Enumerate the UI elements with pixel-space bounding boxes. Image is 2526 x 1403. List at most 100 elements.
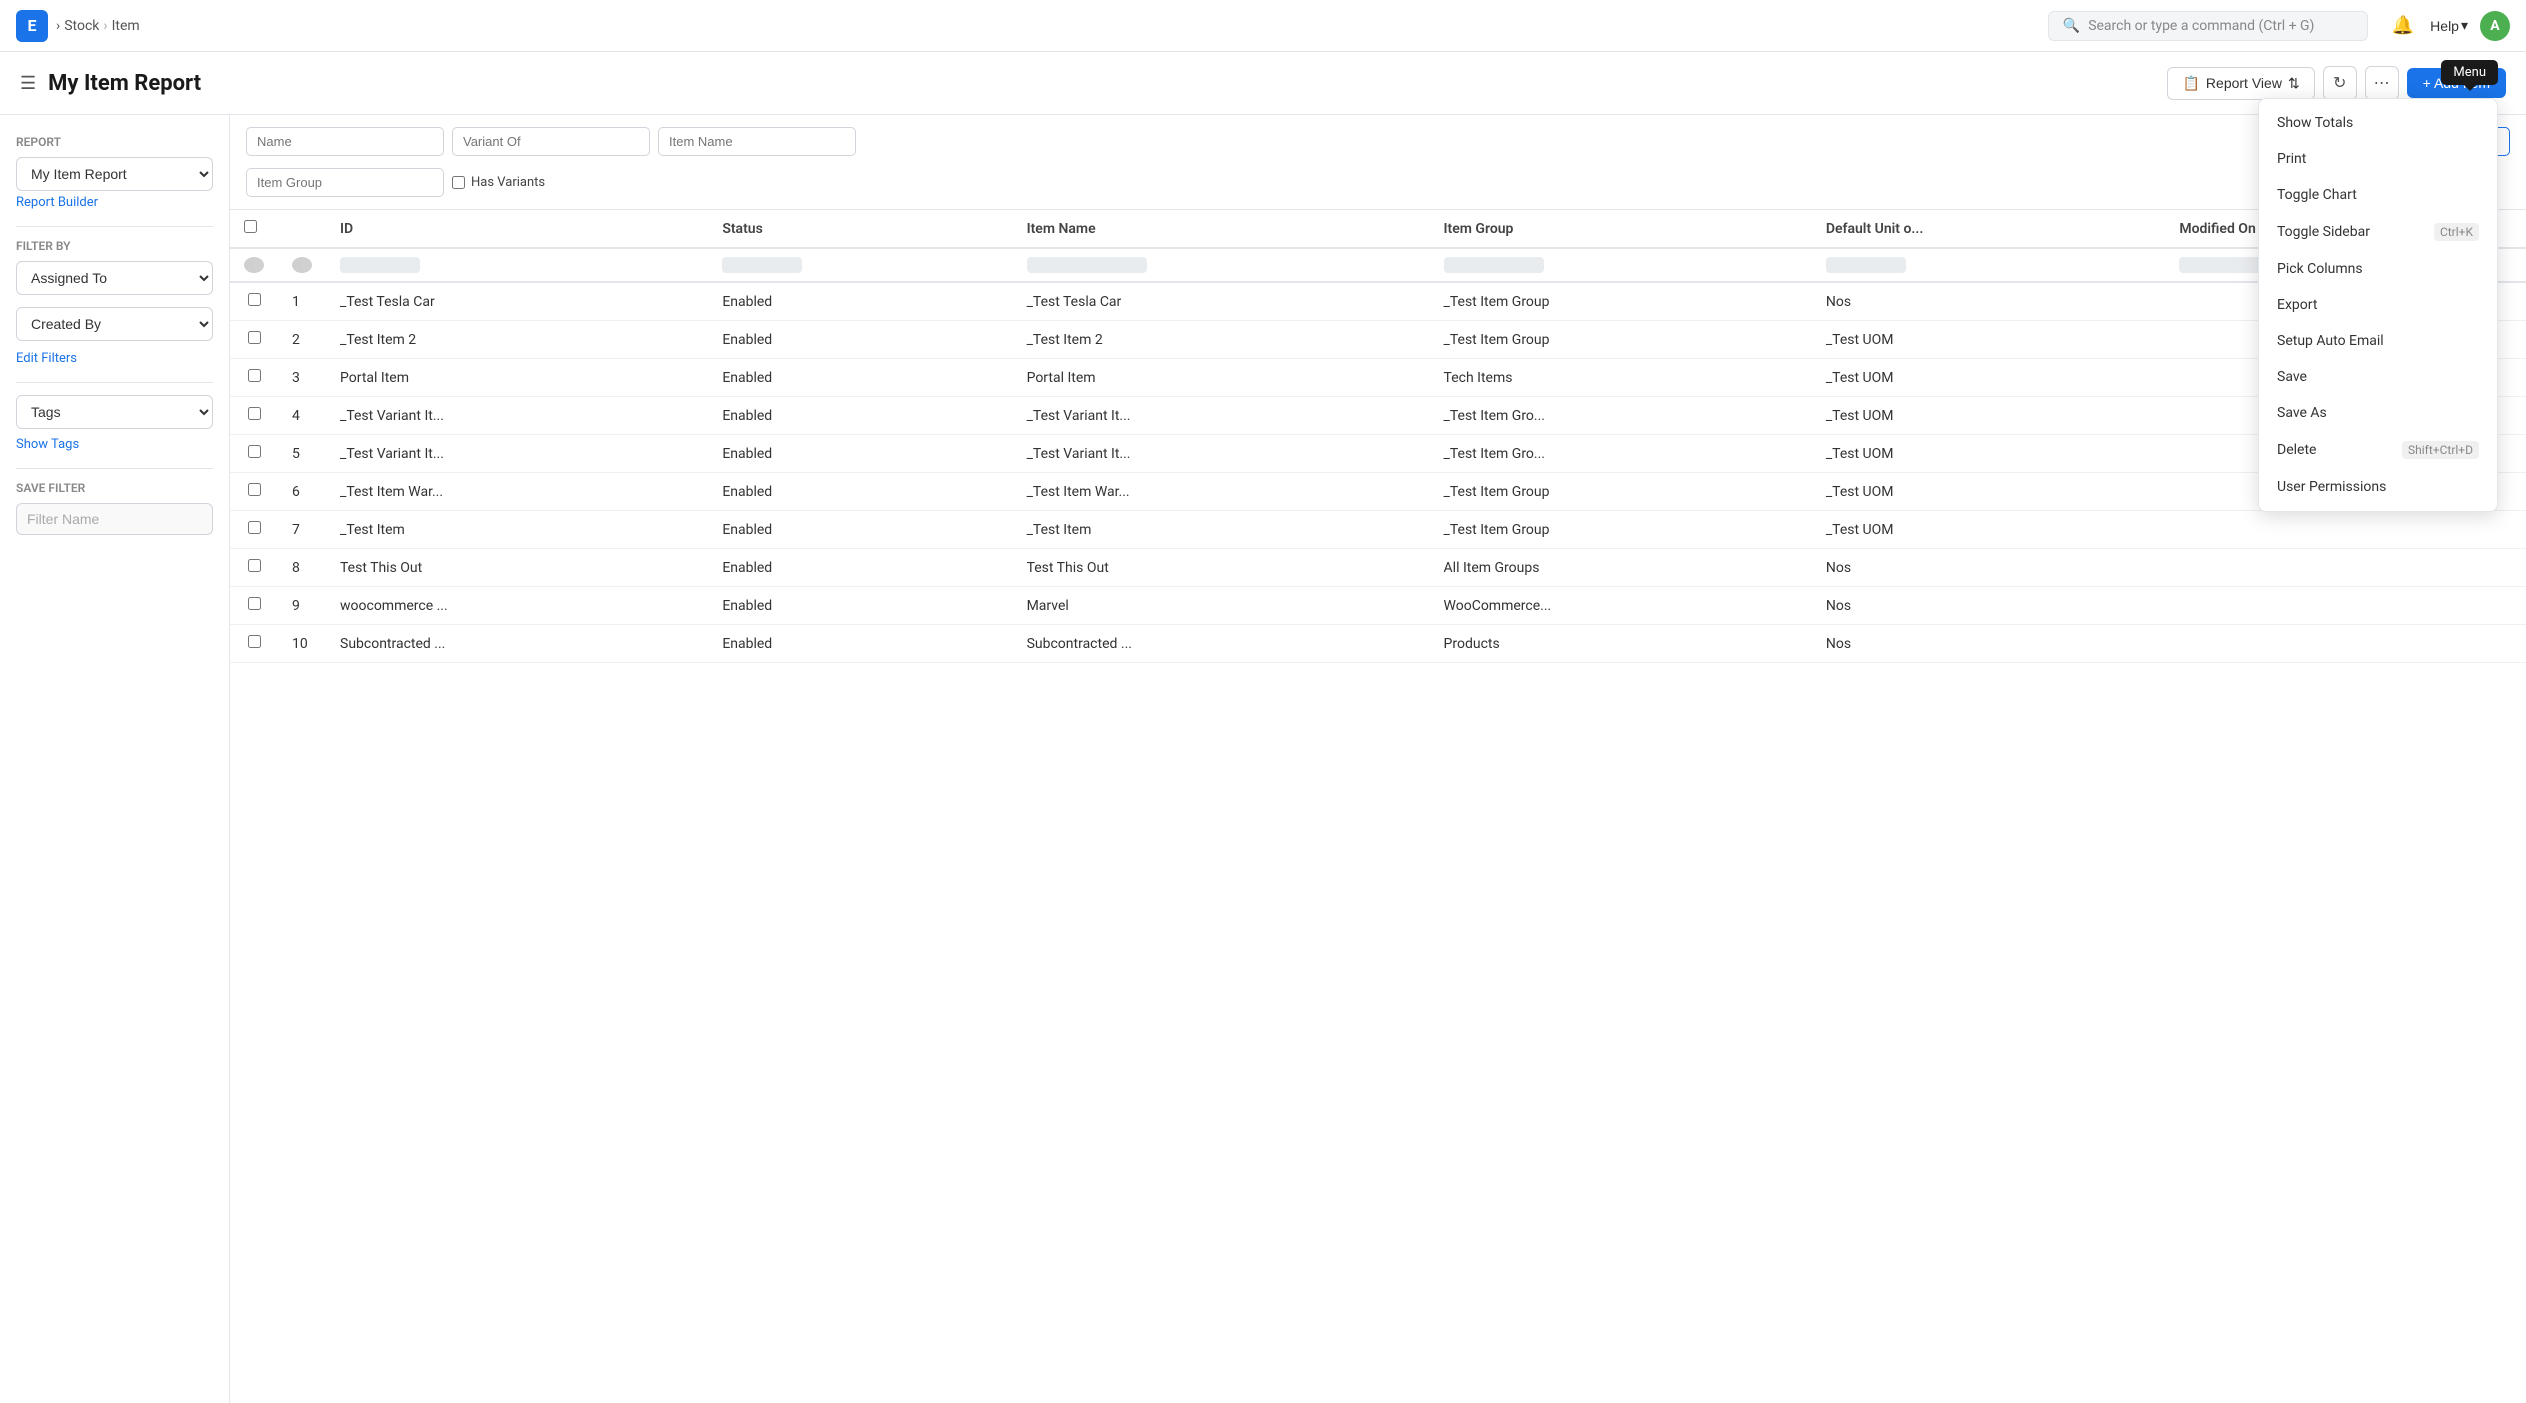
dropdown-menu-item[interactable]: Save [2259, 359, 2497, 395]
row-modified-on [2165, 587, 2526, 625]
sidebar-toggle-icon[interactable]: ☰ [20, 73, 36, 94]
row-number: 9 [278, 587, 326, 625]
th-id[interactable]: ID [326, 210, 708, 248]
row-id-value[interactable]: _Test Item [326, 511, 708, 549]
report-view-button[interactable]: 📋 Report View ⇅ [2167, 67, 2314, 100]
app-logo[interactable]: E [16, 10, 48, 42]
row-checkbox-cell[interactable] [230, 625, 278, 663]
select-all-header[interactable] [230, 210, 278, 248]
more-options-icon: ⋯ [2374, 73, 2390, 93]
th-status[interactable]: Status [708, 210, 1012, 248]
select-all-checkbox[interactable] [244, 220, 257, 233]
row-checkbox-cell[interactable] [230, 321, 278, 359]
row-status: Enabled [708, 321, 1012, 359]
row-checkbox[interactable] [248, 293, 261, 306]
row-id-value[interactable]: _Test Variant It... [326, 435, 708, 473]
dropdown-menu-item[interactable]: Save As [2259, 395, 2497, 431]
save-filter-label: Save Filter [16, 481, 213, 495]
page-title: My Item Report [48, 71, 201, 96]
row-id-value[interactable]: Portal Item [326, 359, 708, 397]
row-checkbox[interactable] [248, 445, 261, 458]
refresh-button[interactable]: ↻ [2323, 66, 2357, 100]
row-checkbox[interactable] [248, 559, 261, 572]
report-view-chevron-icon: ⇅ [2288, 75, 2300, 92]
row-id-value[interactable]: _Test Item 2 [326, 321, 708, 359]
has-variants-filter[interactable]: Has Variants [452, 175, 545, 190]
user-avatar[interactable]: A [2480, 11, 2510, 41]
row-item-group: _Test Item Gro... [1430, 435, 1812, 473]
dropdown-menu-item[interactable]: User Permissions [2259, 469, 2497, 505]
dropdown-menu-item[interactable]: Show Totals [2259, 105, 2497, 141]
help-button[interactable]: Help ▾ [2430, 17, 2468, 34]
th-default-unit[interactable]: Default Unit o... [1812, 210, 2166, 248]
dropdown-menu-item[interactable]: DeleteShift+Ctrl+D [2259, 431, 2497, 469]
row-id-value[interactable]: Test This Out [326, 549, 708, 587]
dropdown-item-label: Toggle Chart [2277, 187, 2357, 203]
th-item-name[interactable]: Item Name [1013, 210, 1430, 248]
breadcrumb-stock[interactable]: Stock [64, 18, 99, 34]
show-tags-link[interactable]: Show Tags [16, 437, 213, 452]
row-checkbox-cell[interactable] [230, 511, 278, 549]
created-by-select[interactable]: Created By [16, 307, 213, 341]
row-number: 8 [278, 549, 326, 587]
variant-of-filter-input[interactable] [452, 127, 650, 156]
sidebar: Report My Item Report Report Builder Fil… [0, 115, 230, 1403]
dropdown-menu-item[interactable]: Print [2259, 141, 2497, 177]
assigned-to-select[interactable]: Assigned To [16, 261, 213, 295]
row-status: Enabled [708, 435, 1012, 473]
global-search[interactable]: 🔍 Search or type a command (Ctrl + G) [2048, 11, 2368, 41]
dropdown-menu-item[interactable]: Toggle SidebarCtrl+K [2259, 213, 2497, 251]
row-id-value[interactable]: woocommerce ... [326, 587, 708, 625]
row-checkbox-cell[interactable] [230, 282, 278, 321]
report-view-icon: 📋 [2182, 75, 2199, 92]
table-row: 10 Subcontracted ... Enabled Subcontract… [230, 625, 2526, 663]
report-select[interactable]: My Item Report [16, 157, 213, 191]
row-checkbox-cell[interactable] [230, 587, 278, 625]
row-checkbox[interactable] [248, 331, 261, 344]
filter-name-input[interactable] [16, 503, 213, 535]
dropdown-menu-item[interactable]: Pick Columns [2259, 251, 2497, 287]
row-id-value[interactable]: _Test Item War... [326, 473, 708, 511]
row-checkbox-cell[interactable] [230, 435, 278, 473]
table-row: 4 _Test Variant It... Enabled _Test Vari… [230, 397, 2526, 435]
search-icon: 🔍 [2063, 18, 2080, 34]
table-row: 8 Test This Out Enabled Test This Out Al… [230, 549, 2526, 587]
row-id-value[interactable]: _Test Tesla Car [326, 282, 708, 321]
row-default-unit: _Test UOM [1812, 435, 2166, 473]
dropdown-menu-item[interactable]: Setup Auto Email [2259, 323, 2497, 359]
report-builder-link[interactable]: Report Builder [16, 195, 213, 210]
row-default-unit: _Test UOM [1812, 359, 2166, 397]
breadcrumb-item[interactable]: Item [112, 18, 140, 34]
dropdown-item-label: Save [2277, 369, 2307, 385]
item-name-filter-input[interactable] [658, 127, 856, 156]
row-checkbox-cell[interactable] [230, 473, 278, 511]
row-id-value[interactable]: _Test Variant It... [326, 397, 708, 435]
row-checkbox[interactable] [248, 521, 261, 534]
row-checkbox[interactable] [248, 369, 261, 382]
more-options-button[interactable]: ⋯ [2365, 66, 2399, 100]
th-item-group[interactable]: Item Group [1430, 210, 1812, 248]
notifications-button[interactable]: 🔔 [2388, 11, 2418, 40]
edit-filters-link[interactable]: Edit Filters [16, 351, 213, 366]
row-item-group: Tech Items [1430, 359, 1812, 397]
row-id-value[interactable]: Subcontracted ... [326, 625, 708, 663]
dropdown-menu-item[interactable]: Toggle Chart [2259, 177, 2497, 213]
dropdown-menu-item[interactable]: Export [2259, 287, 2497, 323]
table-body: 1 _Test Tesla Car Enabled _Test Tesla Ca… [230, 282, 2526, 663]
row-checkbox-cell[interactable] [230, 397, 278, 435]
row-checkbox[interactable] [248, 597, 261, 610]
row-checkbox[interactable] [248, 407, 261, 420]
name-filter-input[interactable] [246, 127, 444, 156]
row-checkbox-cell[interactable] [230, 359, 278, 397]
has-variants-checkbox[interactable] [452, 176, 465, 189]
dropdown-item-label: Print [2277, 151, 2306, 167]
row-item-group: _Test Item Group [1430, 473, 1812, 511]
row-checkbox-cell[interactable] [230, 549, 278, 587]
row-item-group: All Item Groups [1430, 549, 1812, 587]
row-checkbox[interactable] [248, 635, 261, 648]
tags-select[interactable]: Tags [16, 395, 213, 429]
item-group-filter-input[interactable] [246, 168, 444, 197]
row-default-unit: _Test UOM [1812, 511, 2166, 549]
table-row: 7 _Test Item Enabled _Test Item _Test It… [230, 511, 2526, 549]
row-checkbox[interactable] [248, 483, 261, 496]
